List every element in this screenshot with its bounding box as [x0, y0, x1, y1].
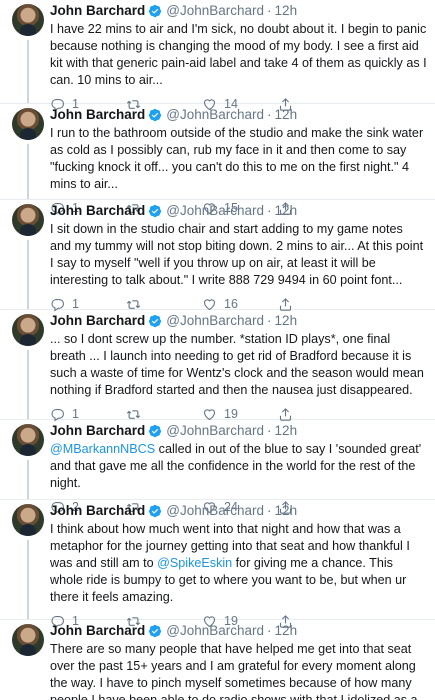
tweet-text: @MBarkannNBCS called in out of the blue … — [50, 441, 427, 492]
separator: · — [267, 313, 272, 328]
author-handle[interactable]: @JohnBarchard — [166, 502, 264, 520]
tweet-text: ... so I dont screw up the number. *stat… — [50, 332, 424, 397]
like-count: 16 — [224, 297, 238, 311]
avatar[interactable] — [12, 424, 44, 456]
timestamp[interactable]: 12h — [275, 106, 298, 124]
reply-count: 1 — [72, 407, 79, 421]
tweet[interactable]: John Barchard @JohnBarchard · 12h ... so… — [0, 310, 435, 422]
verified-badge-icon — [149, 504, 162, 518]
tweet[interactable]: John Barchard @JohnBarchard · 12h There … — [0, 620, 435, 700]
author-name[interactable]: John Barchard — [50, 422, 145, 440]
separator: · — [267, 3, 272, 18]
avatar[interactable] — [12, 108, 44, 140]
author-name[interactable]: John Barchard — [50, 2, 145, 20]
separator: · — [267, 423, 272, 438]
timestamp[interactable]: 12h — [275, 312, 298, 330]
thread-line — [27, 540, 29, 619]
avatar[interactable] — [12, 204, 44, 236]
separator: · — [267, 107, 272, 122]
author-name[interactable]: John Barchard — [50, 502, 145, 520]
author-name[interactable]: John Barchard — [50, 106, 145, 124]
tweet-text: I run to the bathroom outside of the stu… — [50, 126, 424, 191]
author-handle[interactable]: @JohnBarchard — [166, 2, 264, 20]
separator: · — [267, 203, 272, 218]
mention-link[interactable]: @MBarkannNBCS — [50, 442, 155, 456]
verified-badge-icon — [149, 4, 162, 18]
thread-line — [27, 240, 29, 309]
mention-link[interactable]: @SpikeEskin — [157, 556, 232, 570]
tweet-header: John Barchard @JohnBarchard · 12h — [50, 312, 427, 330]
separator: · — [267, 623, 272, 638]
tweet-header: John Barchard @JohnBarchard · 12h — [50, 106, 427, 124]
author-name[interactable]: John Barchard — [50, 622, 145, 640]
tweet-header: John Barchard @JohnBarchard · 12h — [50, 422, 427, 440]
reply-count: 1 — [72, 297, 79, 311]
tweet-text: I sit down in the studio chair and start… — [50, 222, 424, 287]
verified-badge-icon — [149, 424, 162, 438]
author-name[interactable]: John Barchard — [50, 312, 145, 330]
tweet-header: John Barchard @JohnBarchard · 12h — [50, 622, 427, 640]
timestamp[interactable]: 12h — [275, 2, 298, 20]
avatar[interactable] — [12, 624, 44, 656]
tweet[interactable]: John Barchard @JohnBarchard · 12h I run … — [0, 104, 435, 216]
avatar[interactable] — [12, 4, 44, 36]
author-handle[interactable]: @JohnBarchard — [166, 422, 264, 440]
timestamp[interactable]: 12h — [275, 202, 298, 220]
author-handle[interactable]: @JohnBarchard — [166, 202, 264, 220]
timestamp[interactable]: 12h — [275, 622, 298, 640]
tweet[interactable]: John Barchard @JohnBarchard · 12h I thin… — [0, 500, 435, 629]
timestamp[interactable]: 12h — [275, 422, 298, 440]
avatar[interactable] — [12, 504, 44, 536]
verified-badge-icon — [149, 204, 162, 218]
tweet[interactable]: John Barchard @JohnBarchard · 12h I sit … — [0, 200, 435, 312]
tweet-thread: John Barchard @JohnBarchard · 12h I have… — [0, 0, 435, 700]
tweet-text: I think about how much went into that ni… — [50, 521, 427, 606]
thread-line — [27, 460, 29, 499]
tweet-text: I have 22 mins to air and I'm sick, no d… — [50, 22, 427, 87]
author-name[interactable]: John Barchard — [50, 202, 145, 220]
avatar[interactable] — [12, 314, 44, 346]
verified-badge-icon — [149, 624, 162, 638]
thread-line — [27, 350, 29, 419]
tweet[interactable]: John Barchard @JohnBarchard · 12h I have… — [0, 0, 435, 112]
verified-badge-icon — [149, 314, 162, 328]
tweet-text: There are so many people that have helpe… — [50, 642, 418, 700]
tweet-header: John Barchard @JohnBarchard · 12h — [50, 202, 427, 220]
timestamp[interactable]: 12h — [275, 502, 298, 520]
thread-line — [27, 144, 29, 199]
author-handle[interactable]: @JohnBarchard — [166, 106, 264, 124]
author-handle[interactable]: @JohnBarchard — [166, 622, 264, 640]
author-handle[interactable]: @JohnBarchard — [166, 312, 264, 330]
thread-line — [27, 40, 29, 103]
separator: · — [267, 503, 272, 518]
tweet-header: John Barchard @JohnBarchard · 12h — [50, 2, 427, 20]
verified-badge-icon — [149, 108, 162, 122]
tweet[interactable]: John Barchard @JohnBarchard · 12h @MBark… — [0, 420, 435, 515]
tweet-header: John Barchard @JohnBarchard · 12h — [50, 502, 427, 520]
like-count: 19 — [224, 407, 238, 421]
